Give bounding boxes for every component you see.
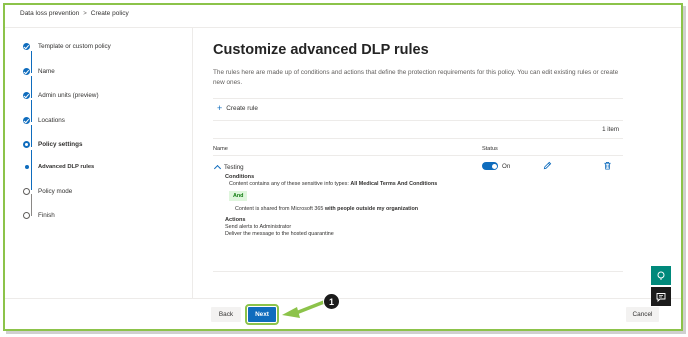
- breadcrumb-separator: >: [83, 10, 87, 17]
- step-label: Name: [38, 68, 55, 75]
- step-label: Policy settings: [38, 141, 83, 148]
- chevron-up-icon: [213, 164, 222, 173]
- condition-sensitive-info: Content contains any of these sensitive …: [229, 181, 437, 187]
- frame-shadow-bottom: [6, 331, 686, 334]
- breadcrumb-item-dlp[interactable]: Data loss prevention: [20, 10, 79, 17]
- step-policy-settings[interactable]: Policy settings: [23, 141, 82, 148]
- wizard-steps-panel: Template or custom policy Name Admin uni…: [5, 28, 193, 298]
- condition-value: All Medical Terms And Conditions: [350, 181, 438, 187]
- condition-text: Content contains any of these sensitive …: [229, 181, 351, 187]
- create-rule-button[interactable]: + Create rule: [217, 103, 258, 113]
- column-header-status[interactable]: Status: [482, 146, 498, 152]
- step-label: Template or custom policy: [38, 43, 111, 50]
- substep-dot-icon: [24, 165, 29, 169]
- step-advanced-dlp-rules[interactable]: Advanced DLP rules: [23, 164, 94, 170]
- footer-divider: [5, 298, 681, 299]
- step-name[interactable]: Name: [23, 68, 55, 75]
- checkmark-icon: [23, 117, 30, 124]
- back-button[interactable]: Back: [211, 307, 241, 322]
- help-button[interactable]: [651, 266, 671, 285]
- divider: [213, 98, 623, 99]
- column-header-name[interactable]: Name: [213, 146, 228, 152]
- step-template[interactable]: Template or custom policy: [23, 43, 111, 50]
- callout-number-badge: 1: [323, 293, 340, 310]
- cancel-button[interactable]: Cancel: [626, 307, 659, 322]
- condition-shared-from: Content is shared from Microsoft 365 wit…: [235, 206, 418, 212]
- table-row: Testing On Conditions Content contains a…: [213, 158, 623, 272]
- divider: [213, 138, 623, 139]
- create-rule-label: Create rule: [226, 104, 258, 112]
- step-locations[interactable]: Locations: [23, 117, 65, 124]
- help-icon: [657, 271, 665, 280]
- edit-icon[interactable]: [543, 161, 552, 170]
- rule-status-toggle[interactable]: [482, 162, 498, 170]
- current-step-icon: [23, 141, 30, 148]
- actions-heading: Actions: [225, 217, 246, 223]
- step-label: Policy mode: [38, 188, 73, 195]
- breadcrumb-item-create-policy: Create policy: [90, 10, 129, 17]
- action-item: Send alerts to Administrator: [225, 224, 292, 230]
- plus-icon: +: [217, 103, 223, 113]
- step-label: Locations: [38, 117, 65, 124]
- condition-text: Content is shared from Microsoft 365: [235, 206, 325, 212]
- next-button[interactable]: Next: [245, 304, 279, 325]
- frame-shadow-right: [683, 6, 686, 333]
- rule-expand-toggle[interactable]: Testing: [213, 163, 244, 173]
- rule-name: Testing: [224, 163, 244, 171]
- item-count: 1 item: [602, 126, 619, 133]
- action-item: Deliver the message to the hosted quaran…: [225, 231, 334, 237]
- step-label: Admin units (preview): [38, 92, 99, 99]
- and-badge: And: [229, 191, 248, 201]
- page-description: The rules here are made up of conditions…: [213, 69, 619, 86]
- checkmark-icon: [23, 43, 30, 50]
- step-finish[interactable]: Finish: [23, 212, 55, 219]
- step-label: Advanced DLP rules: [38, 164, 95, 170]
- step-label: Finish: [38, 212, 55, 219]
- divider: [213, 155, 623, 156]
- checkmark-icon: [23, 92, 30, 99]
- delete-icon[interactable]: [603, 161, 612, 170]
- rule-status-label: On: [502, 163, 511, 170]
- chat-button[interactable]: [651, 287, 671, 306]
- conditions-heading: Conditions: [225, 174, 255, 180]
- pending-step-icon: [23, 212, 30, 219]
- step-admin-units[interactable]: Admin units (preview): [23, 92, 99, 99]
- step-connector: [31, 150, 32, 190]
- divider: [213, 120, 623, 121]
- chat-icon: [656, 292, 666, 302]
- checkmark-icon: [23, 68, 30, 75]
- condition-value: with people outside my organization: [324, 206, 419, 212]
- breadcrumb: Data loss prevention > Create policy: [20, 10, 129, 17]
- pending-step-icon: [23, 188, 30, 195]
- divider: [213, 271, 623, 272]
- step-policy-mode[interactable]: Policy mode: [23, 188, 72, 195]
- page-title: Customize advanced DLP rules: [213, 42, 429, 58]
